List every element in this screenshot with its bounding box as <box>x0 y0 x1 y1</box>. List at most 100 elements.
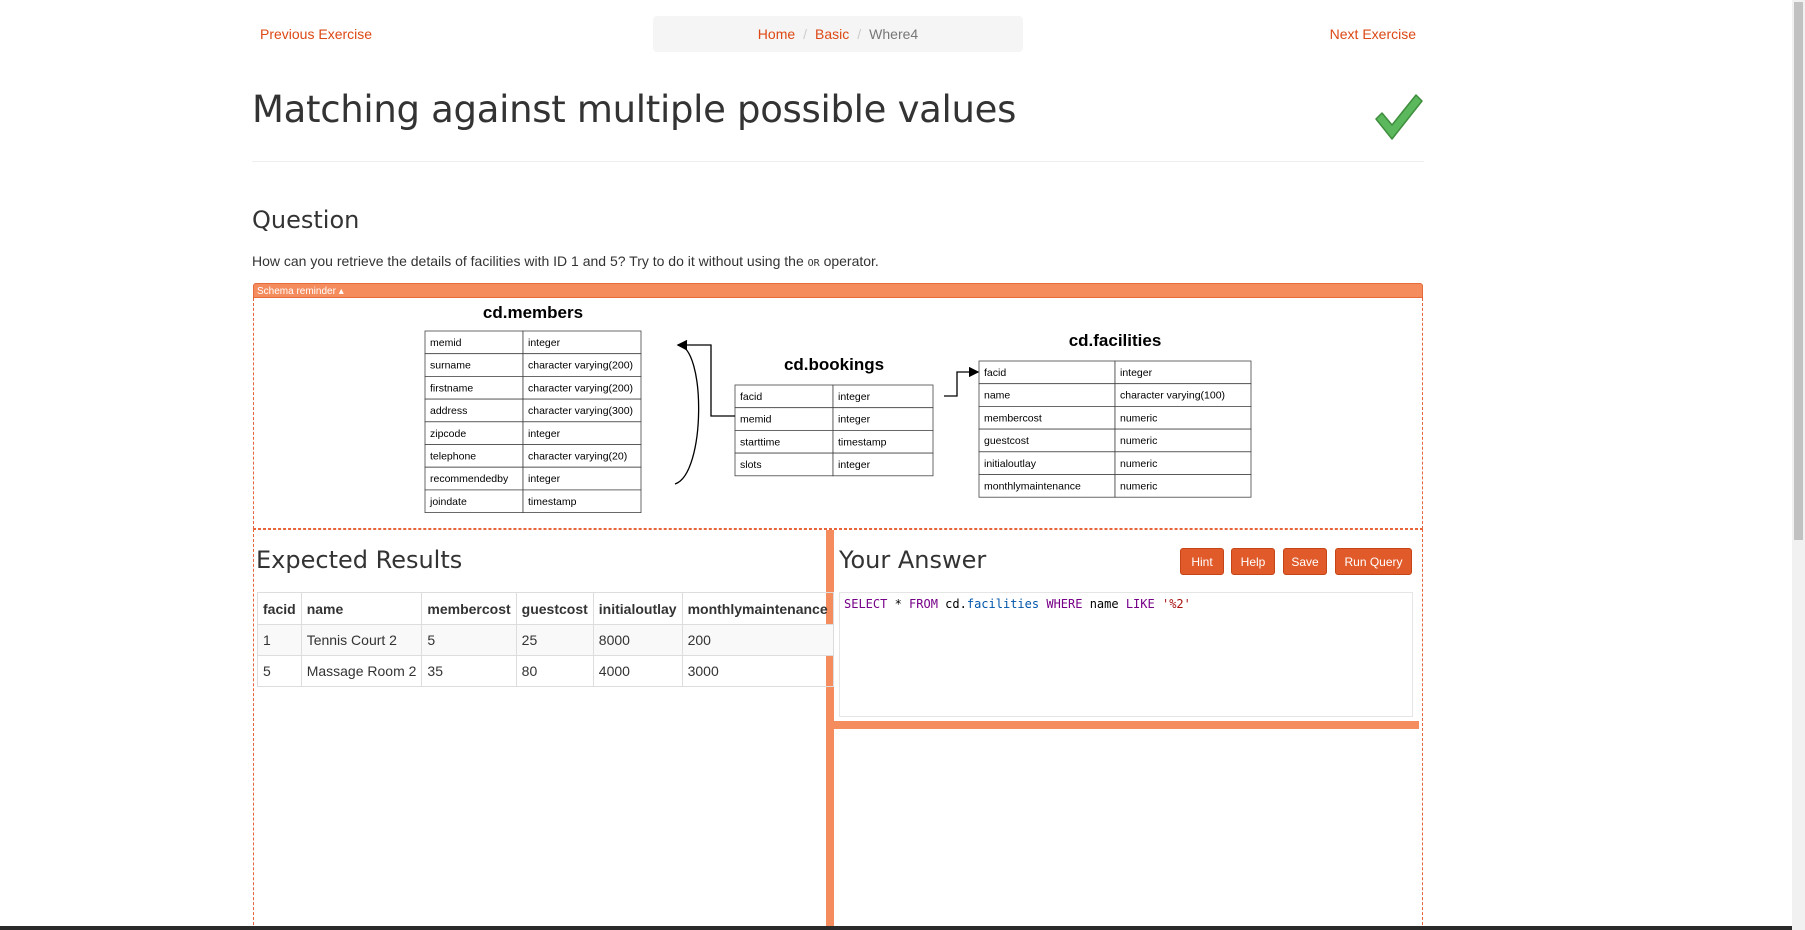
schema-column-name: joindate <box>429 496 467 508</box>
exercise-nav: Previous Exercise Home / Basic / Where4 … <box>252 16 1424 52</box>
next-exercise-link[interactable]: Next Exercise <box>1330 26 1416 42</box>
schema-table-title: cd.facilities <box>1069 331 1162 350</box>
schema-diagram-panel: cd.members memid integer surname character v… <box>253 298 1423 529</box>
schema-column-name: starttime <box>740 436 780 448</box>
sql-token: '%2' <box>1161 597 1191 611</box>
schema-column-type: numeric <box>1120 435 1157 447</box>
schema-column-type: timestamp <box>838 436 887 448</box>
sql-token: SELECT <box>844 597 888 611</box>
column-header-membercost: membercost <box>421 592 517 625</box>
sql-token: FROM <box>909 597 938 611</box>
sql-editor[interactable]: SELECT * FROM cd.facilities WHERE name L… <box>839 592 1413 717</box>
table-cell-membercost: 5 <box>421 624 517 656</box>
table-cell-membercost: 35 <box>421 655 517 687</box>
schema-column-name: memid <box>740 414 772 426</box>
table-cell-initialoutlay: 4000 <box>592 655 683 687</box>
table-cell-guestcost: 80 <box>515 655 594 687</box>
relation-bookings-facid <box>944 366 980 397</box>
question-heading: Question <box>252 206 360 234</box>
schema-column-name: recommendedby <box>430 473 509 485</box>
sql-token: WHERE <box>1046 597 1083 611</box>
schema-column-type: character varying(200) <box>528 360 633 372</box>
schema-column-type: numeric <box>1120 481 1157 493</box>
expected-results-heading: Expected Results <box>256 546 463 574</box>
your-answer-heading: Your Answer <box>839 546 987 574</box>
schema-column-type: numeric <box>1120 412 1157 424</box>
sql-token: LIKE <box>1125 597 1155 611</box>
schema-column-name: surname <box>430 360 471 372</box>
relation-bookings-memid <box>676 339 735 417</box>
breadcrumb-separator: / <box>857 26 862 42</box>
relation-recommendedby-memid <box>674 340 700 485</box>
breadcrumb-separator: / <box>803 26 808 42</box>
title-divider <box>252 161 1424 162</box>
schema-column-type: integer <box>528 337 561 349</box>
schema-column-name: name <box>984 390 1010 402</box>
breadcrumb: Home / Basic / Where4 <box>653 16 1023 52</box>
schema-column-type: integer <box>528 473 561 485</box>
schema-column-type: character varying(300) <box>528 405 633 417</box>
hint-button[interactable]: Hint <box>1180 548 1224 575</box>
sql-token: cd. <box>937 597 967 611</box>
schema-table-title: cd.members <box>483 303 583 322</box>
help-button[interactable]: Help <box>1231 548 1275 575</box>
table-cell-initialoutlay: 8000 <box>592 624 683 656</box>
column-header-facid: facid <box>257 592 302 625</box>
table-row: 5 Massage Room 2 35 80 4000 3000 <box>257 655 834 687</box>
schema-column-name: guestcost <box>984 435 1029 447</box>
sql-token: * <box>887 597 910 611</box>
schema-column-type: numeric <box>1120 458 1157 470</box>
save-button[interactable]: Save <box>1283 548 1327 575</box>
horizontal-splitter[interactable] <box>834 721 1419 729</box>
previous-exercise-link[interactable]: Previous Exercise <box>260 26 372 42</box>
column-header-initialoutlay: initialoutlay <box>592 592 683 625</box>
schema-column-type: character varying(20) <box>528 451 627 463</box>
schema-column-type: integer <box>838 391 871 403</box>
schema-column-type: character varying(100) <box>1120 390 1225 402</box>
expected-results-table: facid name membercost guestcost initialoutla… <box>257 592 834 687</box>
table-cell-monthlymaintenance: 3000 <box>681 655 834 687</box>
breadcrumb-home-link[interactable]: Home <box>758 26 795 42</box>
column-header-monthlymaintenance: monthlymaintenance <box>681 592 834 625</box>
table-cell-name: Massage Room 2 <box>300 655 423 687</box>
table-header-row: facid name membercost guestcost initialoutla… <box>257 592 834 625</box>
schema-column-name: memid <box>430 337 462 349</box>
schema-column-type: integer <box>838 414 871 426</box>
page-scrollbar-thumb[interactable] <box>1794 2 1803 540</box>
table-row: 1 Tennis Court 2 5 25 8000 200 <box>257 624 834 656</box>
schema-column-name: membercost <box>984 412 1042 424</box>
schema-column-type: character varying(200) <box>528 382 633 394</box>
question-text-before: How can you retrieve the details of faci… <box>252 253 804 269</box>
sql-token: facilities <box>966 597 1040 611</box>
schema-reminder-toggle[interactable]: Schema reminder ▴ <box>253 283 1423 298</box>
column-header-name: name <box>300 592 423 625</box>
sql-token: name <box>1082 597 1126 611</box>
column-header-guestcost: guestcost <box>515 592 594 625</box>
question-code: OR <box>807 258 820 269</box>
run-query-button[interactable]: Run Query <box>1335 548 1412 575</box>
schema-column-name: telephone <box>430 451 476 463</box>
question-text-after: operator. <box>823 253 879 269</box>
schema-column-type: integer <box>528 428 561 440</box>
vertical-splitter[interactable] <box>826 530 834 930</box>
table-cell-facid: 1 <box>257 624 302 656</box>
schema-column-type: timestamp <box>528 496 577 508</box>
table-cell-name: Tennis Court 2 <box>300 624 423 656</box>
question-text: How can you retrieve the details of faci… <box>252 253 879 269</box>
schema-column-type: integer <box>838 459 871 471</box>
checkmark-icon <box>1375 94 1423 140</box>
schema-column-name: zipcode <box>430 428 466 440</box>
schema-diagram: cd.members memid integer surname character v… <box>424 303 1252 513</box>
schema-column-name: slots <box>740 459 762 471</box>
schema-column-name: facid <box>740 391 762 403</box>
schema-column-type: integer <box>1120 367 1153 379</box>
table-cell-guestcost: 25 <box>515 624 594 656</box>
breadcrumb-section-link[interactable]: Basic <box>815 26 849 42</box>
schema-column-name: initialoutlay <box>984 458 1037 470</box>
table-cell-facid: 5 <box>257 655 302 687</box>
workspace-panels <box>253 529 1423 930</box>
schema-column-name: firstname <box>430 382 473 394</box>
window-bottom-edge <box>0 926 1792 930</box>
schema-table-title: cd.bookings <box>784 355 884 374</box>
